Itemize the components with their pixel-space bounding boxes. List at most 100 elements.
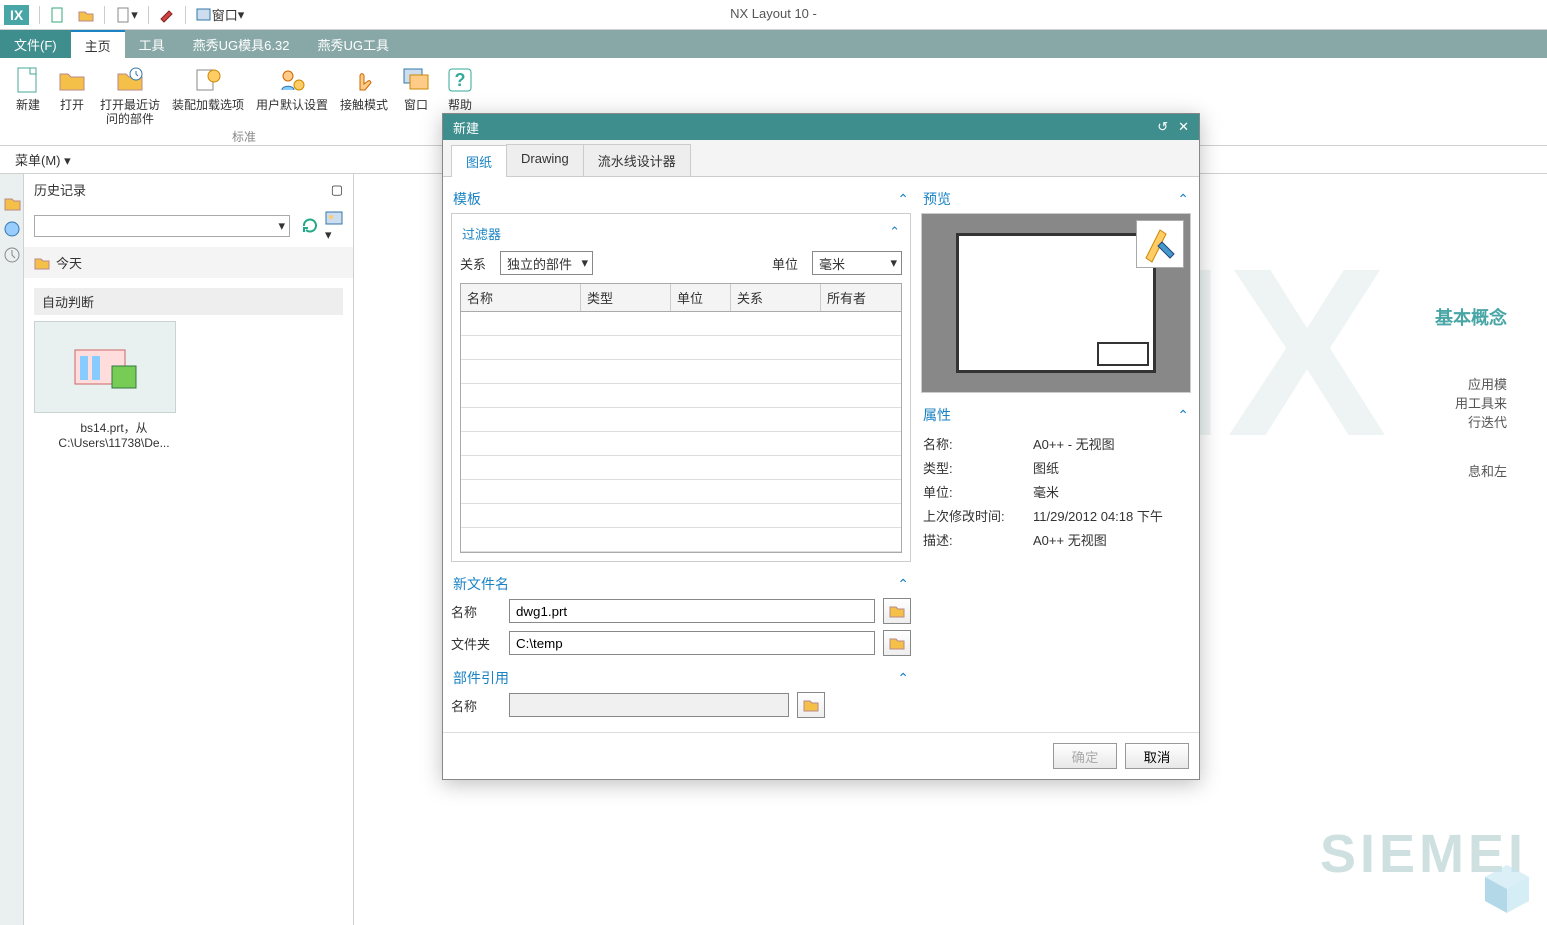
template-grid[interactable]: 名称 类型 单位 关系 所有者 — [460, 283, 902, 553]
col-name[interactable]: 名称 — [461, 284, 581, 311]
table-row[interactable] — [461, 528, 901, 552]
unit-label: 单位 — [772, 254, 804, 273]
tab-tools[interactable]: 工具 — [125, 30, 179, 58]
browse-name-button[interactable] — [883, 598, 911, 624]
resource-history-icon[interactable] — [3, 194, 21, 212]
partref-heading: 部件引用 — [453, 668, 509, 688]
dialog-titlebar[interactable]: 新建 ↺ ✕ — [443, 114, 1199, 140]
table-row[interactable] — [461, 432, 901, 456]
help-icon: ? — [444, 64, 476, 96]
chevron-up-icon[interactable]: ⌃ — [1177, 191, 1189, 208]
ok-button[interactable]: 确定 — [1053, 743, 1117, 769]
preview-heading: 预览 — [923, 189, 951, 209]
touch-mode-button[interactable]: 接触模式 — [336, 62, 392, 128]
image-icon[interactable]: ▾ — [325, 209, 343, 243]
filename-input[interactable] — [509, 599, 875, 623]
table-row[interactable] — [461, 384, 901, 408]
tab-home[interactable]: 主页 — [71, 30, 125, 58]
open-button[interactable]: 打开 — [52, 62, 92, 128]
tab-drawing[interactable]: Drawing — [506, 144, 584, 176]
tab-flow[interactable]: 流水线设计器 — [583, 144, 691, 176]
separator — [104, 6, 105, 24]
col-unit[interactable]: 单位 — [671, 284, 731, 311]
gear-list-icon — [192, 64, 224, 96]
chevron-up-icon[interactable]: ⌃ — [897, 670, 909, 687]
prop-type-value: 图纸 — [1033, 457, 1059, 481]
reset-icon[interactable]: ↺ — [1157, 119, 1168, 135]
relation-dropdown[interactable]: 独立的部件 — [500, 251, 593, 275]
props-heading: 属性 — [923, 405, 951, 425]
tab-yx2[interactable]: 燕秀UG工具 — [303, 30, 403, 58]
dialog-footer: 确定 取消 — [443, 732, 1199, 779]
quick-access-toolbar: IX ▾ 窗口 ▾ NX Layout 10 - — [0, 0, 1547, 30]
prop-name-label: 名称: — [923, 433, 1033, 457]
chevron-up-icon[interactable]: ⌃ — [897, 576, 909, 593]
qt-doc-icon[interactable]: ▾ — [111, 5, 142, 25]
auto-judge-label: 自动判断 — [34, 288, 343, 315]
resource-item-icon[interactable] — [3, 246, 21, 264]
history-today-folder[interactable]: 今天 — [24, 247, 353, 278]
prop-name-value: A0++ - 无视图 — [1033, 433, 1115, 457]
tab-sheet[interactable]: 图纸 — [451, 145, 507, 177]
prop-type-label: 类型: — [923, 457, 1033, 481]
history-panel: 历史记录 ▢ ▾ ▾ 今天 自动判断 bs14.prt，从 C:\Users\1… — [24, 174, 354, 925]
nx-logo: IX — [4, 5, 29, 25]
table-row[interactable] — [461, 360, 901, 384]
partref-input[interactable] — [509, 693, 789, 717]
chevron-up-icon[interactable]: ⌃ — [897, 191, 909, 208]
history-thumbnail[interactable] — [34, 321, 176, 413]
col-type[interactable]: 类型 — [581, 284, 671, 311]
recent-icon — [114, 64, 146, 96]
history-search-input[interactable] — [34, 215, 290, 237]
templates-heading: 模板 — [453, 189, 481, 209]
qt-window-btn[interactable]: 窗口 ▾ — [192, 3, 249, 26]
filter-heading: 过滤器 — [462, 224, 501, 243]
chevron-up-icon[interactable]: ⌃ — [1177, 407, 1189, 424]
table-row[interactable] — [461, 336, 901, 360]
qt-open-icon[interactable] — [74, 5, 98, 25]
menu-button[interactable]: 菜单(M) ▾ — [6, 147, 80, 172]
table-row[interactable] — [461, 408, 901, 432]
table-row[interactable] — [461, 480, 901, 504]
new-icon — [12, 64, 44, 96]
resource-bar — [0, 174, 24, 925]
ribbon-tabs: 文件(F) 主页 工具 燕秀UG模具6.32 燕秀UG工具 — [0, 30, 1547, 58]
dropdown-icon[interactable]: ▾ — [278, 218, 285, 234]
browse-folder-button[interactable] — [883, 630, 911, 656]
user-default-button[interactable]: 用户默认设置 — [252, 62, 332, 128]
col-owner[interactable]: 所有者 — [821, 284, 901, 311]
side-info-text: 应用模 用工具来 行迭代 息和左 — [1455, 374, 1507, 480]
touch-hand-icon — [348, 64, 380, 96]
drafting-tools-icon — [1136, 220, 1184, 268]
resource-item-icon[interactable] — [3, 220, 21, 238]
cancel-button[interactable]: 取消 — [1125, 743, 1189, 769]
prop-modified-value: 11/29/2012 04:18 下午 — [1033, 505, 1163, 529]
table-row[interactable] — [461, 456, 901, 480]
prop-desc-label: 描述: — [923, 529, 1033, 553]
tab-file[interactable]: 文件(F) — [0, 30, 71, 58]
dialog-tabs: 图纸 Drawing 流水线设计器 — [443, 140, 1199, 177]
folder-input[interactable] — [509, 631, 875, 655]
unit-dropdown[interactable]: 毫米 — [812, 251, 902, 275]
refresh-icon[interactable] — [301, 217, 319, 235]
newfile-heading: 新文件名 — [453, 574, 509, 594]
panel-pin-icon[interactable]: ▢ — [331, 182, 343, 198]
partref-name-label: 名称 — [451, 696, 501, 715]
load-options-button[interactable]: 装配加载选项 — [168, 62, 248, 128]
qt-tool-icon[interactable] — [155, 5, 179, 25]
close-icon[interactable]: ✕ — [1178, 119, 1189, 135]
preview-sheet — [956, 233, 1156, 373]
tab-yx1[interactable]: 燕秀UG模具6.32 — [179, 30, 304, 58]
recent-button[interactable]: 打开最近访 问的部件 — [96, 62, 164, 128]
table-row[interactable] — [461, 312, 901, 336]
user-gear-icon — [276, 64, 308, 96]
name-label: 名称 — [451, 602, 501, 621]
qt-new-icon[interactable] — [46, 5, 70, 25]
chevron-up-icon[interactable]: ⌃ — [889, 224, 900, 243]
new-button[interactable]: 新建 — [8, 62, 48, 128]
window-button[interactable]: 窗口 — [396, 62, 436, 128]
separator — [185, 6, 186, 24]
browse-partref-button[interactable] — [797, 692, 825, 718]
table-row[interactable] — [461, 504, 901, 528]
col-relation[interactable]: 关系 — [731, 284, 821, 311]
